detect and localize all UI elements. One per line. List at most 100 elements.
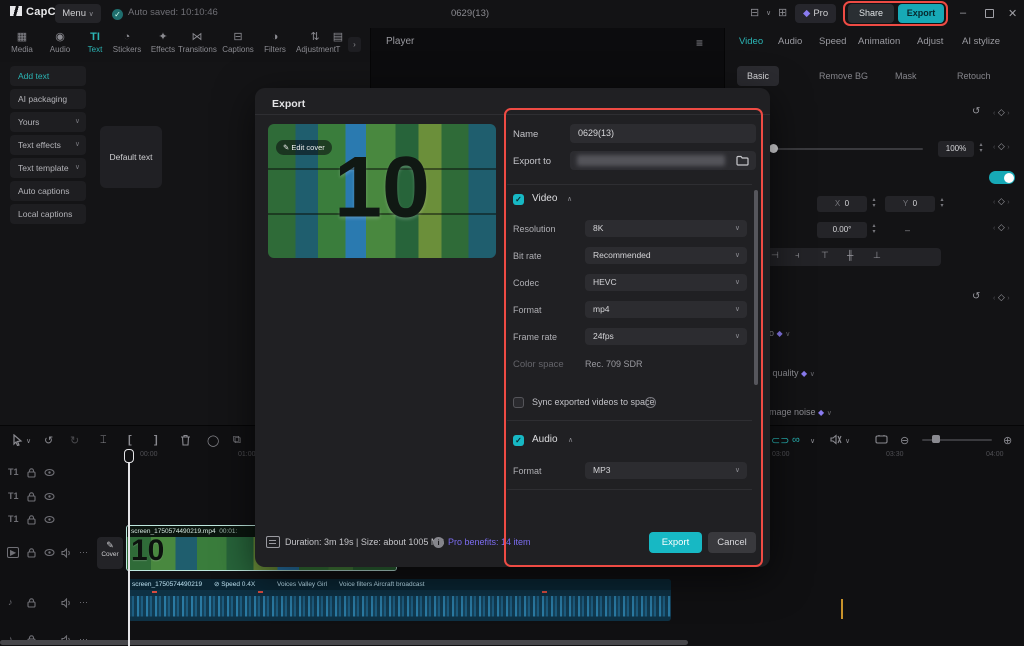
pro-benefits-link[interactable]: Pro benefits: 14 item bbox=[448, 537, 531, 547]
keyframe-diamond-icon[interactable]: ‹ ◇ › bbox=[993, 107, 1010, 118]
bitrate-select[interactable]: Recommended∨ bbox=[585, 247, 747, 264]
cover-button[interactable]: ✎ Cover bbox=[97, 537, 123, 569]
mirror-preview-icon[interactable] bbox=[875, 434, 888, 445]
sidebar-item-auto-captions[interactable]: Auto captions bbox=[10, 181, 86, 201]
lock-icon[interactable] bbox=[27, 492, 36, 502]
split-icon[interactable]: ⌶ bbox=[100, 434, 107, 447]
playhead-handle[interactable] bbox=[124, 449, 134, 463]
panel-layout-icon[interactable]: ⊞ bbox=[778, 6, 787, 19]
more-options-icon[interactable]: ⋯ bbox=[79, 597, 88, 608]
close-button[interactable]: ✕ bbox=[1008, 7, 1017, 20]
delete-icon[interactable] bbox=[180, 434, 191, 446]
redo-icon[interactable]: ↻ bbox=[70, 434, 79, 447]
more-options-icon[interactable]: ⋯ bbox=[79, 547, 88, 558]
maximize-button[interactable] bbox=[985, 9, 994, 18]
export-button-top[interactable]: Export bbox=[898, 4, 944, 23]
crop-icon[interactable]: ⧉ bbox=[233, 434, 241, 447]
link-icon[interactable]: ∞ bbox=[792, 434, 800, 446]
align-left-icon[interactable]: ⊣ bbox=[771, 250, 779, 261]
subtab-basic[interactable]: Basic bbox=[737, 66, 779, 86]
audio-section-checkbox[interactable]: ✓ bbox=[513, 435, 524, 446]
sidebar-item-add-text[interactable]: Add text bbox=[10, 66, 86, 86]
scale-slider-handle[interactable] bbox=[769, 144, 778, 153]
video-section-checkbox[interactable]: ✓ bbox=[513, 194, 524, 205]
menu-button[interactable]: Menu ∨ bbox=[55, 4, 101, 23]
folder-icon[interactable] bbox=[736, 155, 749, 166]
layout-icon[interactable]: ⊟ bbox=[750, 6, 759, 19]
keyframe-diamond-icon[interactable]: ‹ ◇ › bbox=[993, 196, 1010, 207]
tab-speed[interactable]: Speed bbox=[819, 36, 846, 47]
x-stepper[interactable]: ▴▾ bbox=[869, 197, 879, 209]
rotation-stepper[interactable]: ▴▾ bbox=[869, 223, 879, 235]
tab-effects[interactable]: ✦Effects bbox=[144, 31, 182, 54]
tab-adjust[interactable]: Adjust bbox=[917, 36, 943, 47]
info-filled-icon[interactable]: i bbox=[433, 537, 444, 548]
tab-captions[interactable]: ⊟Captions bbox=[219, 31, 257, 54]
subtab-retouch[interactable]: Retouch bbox=[947, 66, 1001, 86]
align-center-v-icon[interactable]: ╫ bbox=[847, 250, 853, 260]
reset-icon[interactable]: ↺ bbox=[972, 291, 980, 302]
tabs-overflow-button[interactable]: › bbox=[348, 37, 361, 52]
eye-icon[interactable] bbox=[44, 548, 55, 557]
chevron-down-icon[interactable]: ∨ bbox=[810, 437, 815, 445]
undo-icon[interactable]: ↺ bbox=[44, 434, 53, 447]
pro-badge[interactable]: ◆Pro bbox=[795, 4, 836, 23]
scale-slider-track[interactable] bbox=[773, 148, 923, 150]
y-stepper[interactable]: ▴▾ bbox=[937, 197, 947, 209]
subtab-remove-bg[interactable]: Remove BG bbox=[809, 66, 878, 86]
tab-transitions[interactable]: ⋈Transitions bbox=[178, 31, 216, 54]
name-input[interactable]: 0629(13) bbox=[570, 124, 756, 143]
keyframe-diamond-icon[interactable]: ‹ ◇ › bbox=[993, 141, 1010, 152]
align-center-h-icon[interactable]: ⫞ bbox=[795, 250, 800, 261]
eye-icon[interactable] bbox=[44, 492, 55, 501]
feature-toggle[interactable] bbox=[989, 171, 1015, 184]
sidebar-item-text-template[interactable]: Text template∨ bbox=[10, 158, 86, 178]
tab-animation[interactable]: Animation bbox=[858, 36, 900, 47]
speaker-icon[interactable] bbox=[61, 548, 72, 558]
hamburger-icon[interactable]: ≡ bbox=[696, 36, 703, 50]
keyframe-diamond-icon[interactable]: ‹ ◇ › bbox=[993, 292, 1010, 303]
timeline-audio-clip[interactable]: screen_1750574490219 ⊘ Speed 0.4X Voices… bbox=[128, 579, 671, 621]
pro-option-fragment[interactable]: e quality ◆ ∨ bbox=[765, 368, 815, 378]
tab-adjustment[interactable]: ⇅Adjustment bbox=[296, 31, 334, 54]
framerate-select[interactable]: 24fps∨ bbox=[585, 328, 747, 345]
timeline-zoom-handle[interactable] bbox=[932, 435, 940, 443]
format-select[interactable]: mp4∨ bbox=[585, 301, 747, 318]
chevron-down-icon[interactable]: ∨ bbox=[845, 437, 850, 445]
chevron-down-icon[interactable]: ∨ bbox=[766, 9, 771, 17]
cancel-button[interactable]: Cancel bbox=[708, 532, 756, 553]
keyframe-diamond-icon[interactable]: ‹ ◇ › bbox=[993, 222, 1010, 233]
sidebar-item-text-effects[interactable]: Text effects∨ bbox=[10, 135, 86, 155]
playhead-line[interactable] bbox=[128, 450, 130, 646]
scale-value-box[interactable]: 100% bbox=[938, 141, 974, 157]
lock-icon[interactable] bbox=[27, 598, 36, 608]
position-x-box[interactable]: X 0 bbox=[817, 196, 867, 212]
sidebar-item-yours[interactable]: Yours∨ bbox=[10, 112, 86, 132]
trim-left-icon[interactable]: [ bbox=[128, 434, 132, 446]
eye-icon[interactable] bbox=[44, 515, 55, 524]
tab-stickers[interactable]: ◔Stickers bbox=[108, 31, 146, 54]
reset-icon[interactable]: ↺ bbox=[972, 106, 980, 117]
subtab-mask[interactable]: Mask bbox=[885, 66, 927, 86]
align-bottom-icon[interactable]: ⊥ bbox=[873, 250, 881, 261]
lock-icon[interactable] bbox=[27, 468, 36, 478]
tab-partial[interactable]: ▤T bbox=[330, 31, 346, 54]
zoom-in-icon[interactable]: ⊕ bbox=[1003, 434, 1012, 447]
sidebar-item-ai-packaging[interactable]: AI packaging bbox=[10, 89, 86, 109]
minimize-button[interactable]: – bbox=[960, 7, 966, 19]
zoom-out-icon[interactable]: ⊖ bbox=[900, 434, 909, 447]
pro-option-fragment[interactable]: o ◆ ∨ bbox=[769, 328, 790, 338]
tab-audio[interactable]: ◉Audio bbox=[41, 31, 79, 54]
chevron-down-icon[interactable]: ∨ bbox=[26, 437, 31, 445]
lock-icon[interactable] bbox=[27, 548, 36, 558]
sidebar-item-local-captions[interactable]: Local captions bbox=[10, 204, 86, 224]
export-confirm-button[interactable]: Export bbox=[649, 532, 702, 553]
eye-icon[interactable] bbox=[44, 468, 55, 477]
scale-stepper[interactable]: ▴▾ bbox=[976, 142, 986, 154]
sync-checkbox[interactable] bbox=[513, 397, 524, 408]
align-top-icon[interactable]: ⊤ bbox=[821, 250, 829, 261]
horizontal-scrollbar[interactable] bbox=[0, 640, 688, 645]
chevron-up-icon[interactable]: ∧ bbox=[568, 436, 573, 444]
default-text-card[interactable]: Default text bbox=[100, 126, 162, 188]
share-button[interactable]: Share bbox=[848, 4, 894, 23]
